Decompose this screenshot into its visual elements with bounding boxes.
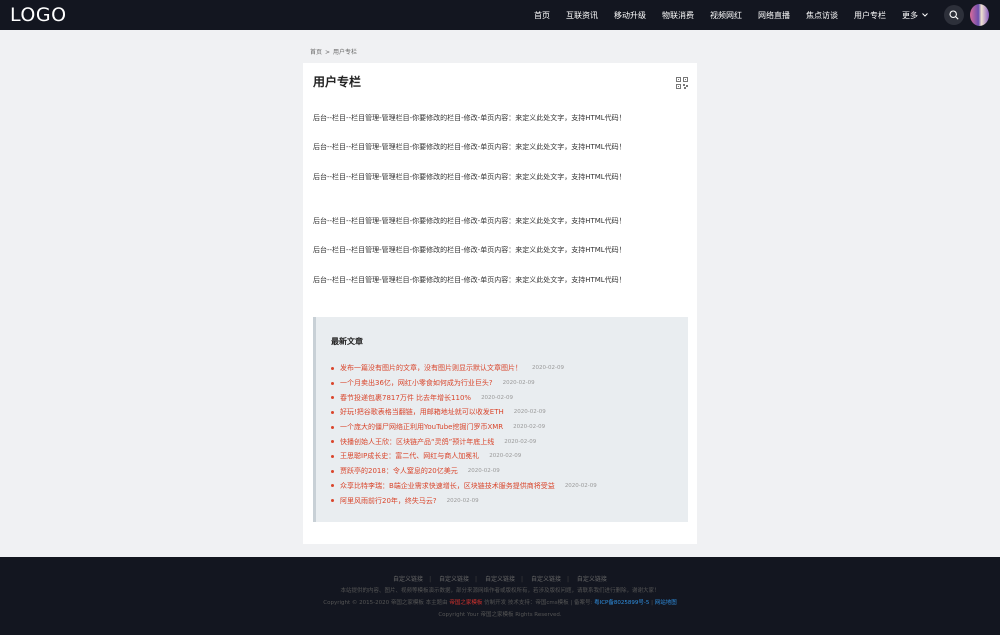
nav-item-more[interactable]: 更多 <box>902 10 928 21</box>
copyright-prefix: Copyright © 2015-2020 帝国之家模板 本主题由 <box>323 600 448 606</box>
article-date: 2020-02-09 <box>504 438 537 445</box>
list-item: 一个月卖出36亿，网红小零食如何成为行业巨头? 2020-02-09 <box>331 376 597 391</box>
bullet-icon <box>331 396 334 400</box>
search-icon <box>949 10 959 20</box>
search-button[interactable] <box>944 5 964 25</box>
sitemap-link[interactable]: 网站地图 <box>655 600 677 606</box>
nav-item-home[interactable]: 首页 <box>534 10 550 21</box>
list-item: 快播创始人王欣：区块链产品“灵鸽”预计年底上线 2020-02-09 <box>331 434 597 449</box>
bullet-icon <box>331 454 334 458</box>
footer-link[interactable]: 自定义链接 <box>439 576 469 583</box>
nav-item-live-stream[interactable]: 网络直播 <box>758 10 790 21</box>
nav-item-mobile-upgrade[interactable]: 移动升级 <box>614 10 646 21</box>
copyright-divider: | <box>651 600 653 606</box>
list-item: 阿里风雨前行20年，终失马云? 2020-02-09 <box>331 493 597 508</box>
footer-link[interactable]: 自定义链接 <box>531 576 561 583</box>
article-link[interactable]: 王思聪IP成长史：富二代、网红与商人加冕礼 <box>340 451 479 461</box>
nav-item-internet-news[interactable]: 互联资讯 <box>566 10 598 21</box>
page-title: 用户专栏 <box>313 75 362 89</box>
chevron-down-icon <box>922 12 928 19</box>
nav-item-focus-interview[interactable]: 焦点访谈 <box>806 10 838 21</box>
list-item: 春节投递包裹7817万件 比去年增长110% 2020-02-09 <box>331 390 597 405</box>
qr-code-icon[interactable] <box>676 74 688 89</box>
bullet-icon <box>331 410 334 414</box>
content-paragraph: 后台--栏目--栏目管理-管理栏目-你要修改的栏目-修改-单页内容：来定义此处文… <box>313 173 626 181</box>
article-link[interactable]: 众享比特李瑞：B端企业需求快速增长，区块链技术服务提供商将受益 <box>340 481 555 491</box>
list-item: 发布一篇没有图片的文章，没有图片则显示默认文章图片！ 2020-02-09 <box>331 361 597 376</box>
footer-links: 自定义链接 | 自定义链接 | 自定义链接 | 自定义链接 | 自定义链接 <box>0 574 1000 583</box>
top-header: LOGO 首页 互联资讯 移动升级 物联消费 视频网红 网络直播 焦点访谈 用户… <box>0 0 1000 30</box>
article-link[interactable]: 一个庞大的僵尸网络正利用YouTube挖掘门罗币XMR <box>340 422 503 432</box>
article-link[interactable]: 好玩!把谷歌表格当翻链，用邮箱地址就可以收发ETH <box>340 407 504 417</box>
bullet-icon <box>331 499 334 503</box>
nav-item-video-influencer[interactable]: 视频网红 <box>710 10 742 21</box>
list-item: 一个庞大的僵尸网络正利用YouTube挖掘门罗币XMR 2020-02-09 <box>331 420 597 435</box>
article-link[interactable]: 快播创始人王欣：区块链产品“灵鸽”预计年底上线 <box>340 437 494 447</box>
article-date: 2020-02-09 <box>513 424 546 431</box>
recent-articles-panel: 最新文章 发布一篇没有图片的文章，没有图片则显示默认文章图片！ 2020-02-0… <box>313 317 688 522</box>
article-date: 2020-02-09 <box>489 453 522 460</box>
article-date: 2020-02-09 <box>467 468 500 475</box>
article-date: 2020-02-09 <box>513 409 546 416</box>
bullet-icon <box>331 469 334 473</box>
footer-link[interactable]: 自定义链接 <box>577 576 607 583</box>
copyright-middle: 仿制开发 技术支持：帝国cms模板 | 备案号: <box>484 600 593 606</box>
article-link[interactable]: 贾跃亭的2018：令人窒息的20亿美元 <box>340 466 458 476</box>
article-date: 2020-02-09 <box>481 394 514 401</box>
footer-link-divider: | <box>566 576 569 583</box>
bullet-icon <box>331 425 334 429</box>
user-avatar[interactable] <box>970 4 989 26</box>
content-paragraph: 后台--栏目--栏目管理-管理栏目-你要修改的栏目-修改-单页内容：来定义此处文… <box>313 246 626 254</box>
main-nav: 首页 互联资讯 移动升级 物联消费 视频网红 网络直播 焦点访谈 用户专栏 更多 <box>518 0 928 30</box>
breadcrumb-home[interactable]: 首页 <box>310 49 322 56</box>
content-paragraph: 后台--栏目--栏目管理-管理栏目-你要修改的栏目-修改-单页内容：来定义此处文… <box>313 114 626 122</box>
nav-more-label: 更多 <box>902 10 918 20</box>
article-date: 2020-02-09 <box>564 482 597 489</box>
footer-link[interactable]: 自定义链接 <box>393 576 423 583</box>
bullet-icon <box>331 440 334 444</box>
article-date: 2020-02-09 <box>446 497 479 504</box>
footer-link[interactable]: 自定义链接 <box>485 576 515 583</box>
bullet-icon <box>331 366 334 370</box>
list-item: 众享比特李瑞：B端企业需求快速增长，区块链技术服务提供商将受益 2020-02-0… <box>331 479 597 494</box>
recent-articles-title: 最新文章 <box>331 337 363 346</box>
footer-link-divider: | <box>475 576 478 583</box>
bullet-icon <box>331 484 334 488</box>
brand-link[interactable]: 帝国之家模板 <box>449 600 482 606</box>
footer-notice: 本站提供的内容、图片、视频等模板演示数据，部分来源网络作者或版权所有，若涉及版权… <box>340 588 660 594</box>
site-logo[interactable]: LOGO <box>10 4 67 26</box>
nav-item-iot-consumer[interactable]: 物联消费 <box>662 10 694 21</box>
article-link[interactable]: 发布一篇没有图片的文章，没有图片则显示默认文章图片！ <box>340 363 522 373</box>
footer-copyright: Copyright © 2015-2020 帝国之家模板 本主题由 帝国之家模板… <box>0 598 1000 606</box>
content-paragraph: 后台--栏目--栏目管理-管理栏目-你要修改的栏目-修改-单页内容：来定义此处文… <box>313 276 626 284</box>
site-footer: 自定义链接 | 自定义链接 | 自定义链接 | 自定义链接 | 自定义链接 本站提供的内… <box>0 557 1000 635</box>
breadcrumb-current[interactable]: 用户专栏 <box>333 49 357 56</box>
content-paragraph: 后台--栏目--栏目管理-管理栏目-你要修改的栏目-修改-单页内容：来定义此处文… <box>313 217 626 225</box>
list-item: 贾跃亭的2018：令人窒息的20亿美元 2020-02-09 <box>331 464 597 479</box>
breadcrumb-separator: > <box>325 49 331 56</box>
nav-item-user-column[interactable]: 用户专栏 <box>854 10 886 21</box>
footer-link-divider: | <box>521 576 524 583</box>
article-link[interactable]: 春节投递包裹7817万件 比去年增长110% <box>340 393 471 403</box>
recent-articles-list: 发布一篇没有图片的文章，没有图片则显示默认文章图片！ 2020-02-09 一个月… <box>331 361 597 508</box>
article-date: 2020-02-09 <box>502 380 535 387</box>
list-item: 王思聪IP成长史：富二代、网红与商人加冕礼 2020-02-09 <box>331 449 597 464</box>
article-date: 2020-02-09 <box>532 365 564 372</box>
content-card: 用户专栏 后台--栏目--栏目管理-管理栏目-你要修改的栏目-修改-单页内容：来… <box>303 63 697 544</box>
footer-bottom: Copyright Your 帝国之家模板 Rights Reserved. <box>438 612 562 618</box>
footer-link-divider: | <box>429 576 432 583</box>
article-link[interactable]: 一个月卖出36亿，网红小零食如何成为行业巨头? <box>340 378 493 388</box>
breadcrumb: 首页 > 用户专栏 <box>310 47 357 56</box>
icp-link[interactable]: 粤ICP备8025899号-5 <box>594 600 649 606</box>
content-paragraph: 后台--栏目--栏目管理-管理栏目-你要修改的栏目-修改-单页内容：来定义此处文… <box>313 143 626 151</box>
article-link[interactable]: 阿里风雨前行20年，终失马云? <box>340 496 437 506</box>
list-item: 好玩!把谷歌表格当翻链，用邮箱地址就可以收发ETH 2020-02-09 <box>331 405 597 420</box>
bullet-icon <box>331 381 334 385</box>
